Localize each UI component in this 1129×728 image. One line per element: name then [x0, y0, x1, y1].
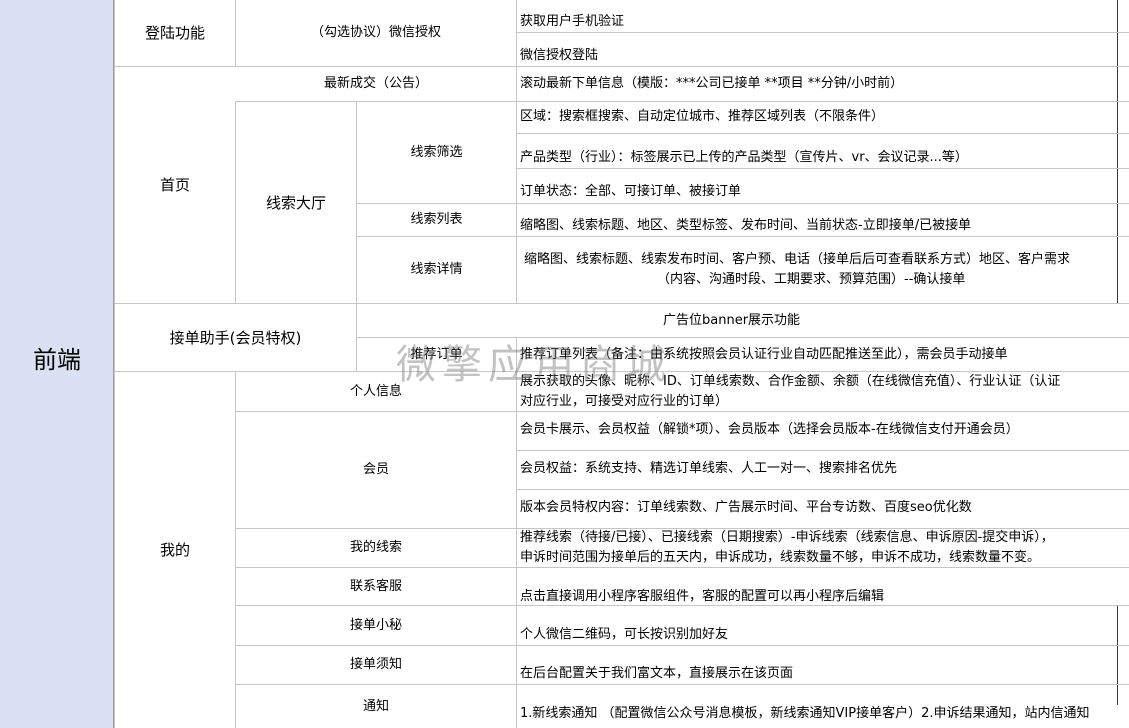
detail-version-rights: 版本会员特权内容：订单线索数、广告展示时间、平台专访数、百度seo优化数: [520, 500, 972, 515]
section-login: 登陆功能: [144, 24, 205, 42]
detail-service: 点击直接调用小程序客服组件，客服的配置可以再小程序后编辑: [520, 589, 885, 604]
detail-phone-verify: 获取用户手机验证: [520, 14, 625, 29]
grid-line: [516, 0, 517, 303]
feature-lead-list: 线索列表: [410, 212, 463, 227]
feature-order-secretary: 接单小秘: [349, 617, 402, 633]
detail-lead-list: 缩略图、线索标题、地区、类型标签、发布时间、当前状态-立即接单/已被接单: [520, 218, 972, 233]
grid-line: [1117, 605, 1118, 705]
section-mine: 我的: [159, 541, 190, 559]
detail-my-leads-line1: 推荐线索（待接/已接）、已接线索（日期搜索）-申诉线索（线索信息、申诉原因-提交…: [520, 530, 1054, 545]
sidebar-label: 前端: [33, 346, 81, 374]
grid-line: [516, 489, 1129, 490]
feature-lead-filter: 线索筛选: [410, 144, 463, 160]
detail-scroll-orders: 滚动最新下单信息（模版：***公司已接单 **项目 **分钟/小时前）: [520, 76, 904, 91]
section-home: 首页: [159, 176, 190, 194]
grid-line: [1117, 0, 1118, 303]
detail-member-card: 会员卡展示、会员权益（解锁*项）、会员版本（选择会员版本-在线微信支付开通会员）: [520, 422, 1019, 437]
detail-wechat-login: 微信授权登陆: [520, 48, 599, 63]
detail-lead-detail-line2: （内容、沟通时段、工期要求、预算范围）--确认接单: [657, 272, 966, 287]
detail-personal-line2: 对应行业，可接受对应行业的订单）: [520, 394, 729, 409]
feature-lead-detail: 线索详情: [410, 262, 463, 277]
feature-lead-hall: 线索大厅: [265, 193, 326, 212]
detail-member-rights: 会员权益：系统支持、精选订单线索、人工一对一、搜索排名优先: [520, 461, 898, 476]
feature-order-notice: 接单须知: [349, 657, 402, 672]
feature-wechat-auth: （勾选协议）微信授权: [310, 25, 441, 40]
detail-lead-detail-line1: 缩略图、线索标题、线索发布时间、客户预、电话（接单后后可查看联系方式）地区、客户…: [524, 252, 1071, 267]
detail-order-status: 订单状态：全部、可接订单、被接订单: [520, 184, 742, 199]
feature-my-leads: 我的线索: [349, 540, 402, 555]
detail-notify: 1.新线索通知 （配置微信公众号消息模板，新线索通知VIP接单客户）2.申诉结果…: [520, 706, 1090, 721]
detail-product-type: 产品类型（行业）：标签展示已上传的产品类型（宣传片、vr、会议记录...等）: [520, 150, 968, 165]
detail-rich-text: 在后台配置关于我们富文本，直接展示在该页面: [520, 666, 794, 681]
grid-line: [516, 337, 517, 728]
detail-my-leads-line2: 申诉时间范围为接单后的五天内，申诉成功，线索数量不够，申诉不成功，线索数量不变。: [520, 550, 1041, 565]
detail-region: 区域：搜索框搜索、自动定位城市、推荐区域列表（不限条件）: [520, 109, 885, 124]
feature-notification: 通知: [362, 698, 389, 714]
feature-contact-service: 联系客服: [349, 578, 402, 594]
watermark-text: 微擎应用商城: [396, 342, 672, 388]
feature-latest-deal: 最新成交（公告）: [323, 76, 428, 91]
detail-banner: 广告位banner展示功能: [663, 313, 801, 328]
grid-line: [516, 32, 1129, 33]
detail-qrcode: 个人微信二维码，可长按识别加好友: [520, 627, 729, 642]
grid-line: [516, 133, 1129, 134]
grid-line: [516, 168, 1129, 169]
section-assistant: 接单助手(会员特权): [169, 328, 302, 347]
feature-member: 会员: [362, 462, 389, 477]
grid-line: [516, 450, 1129, 451]
